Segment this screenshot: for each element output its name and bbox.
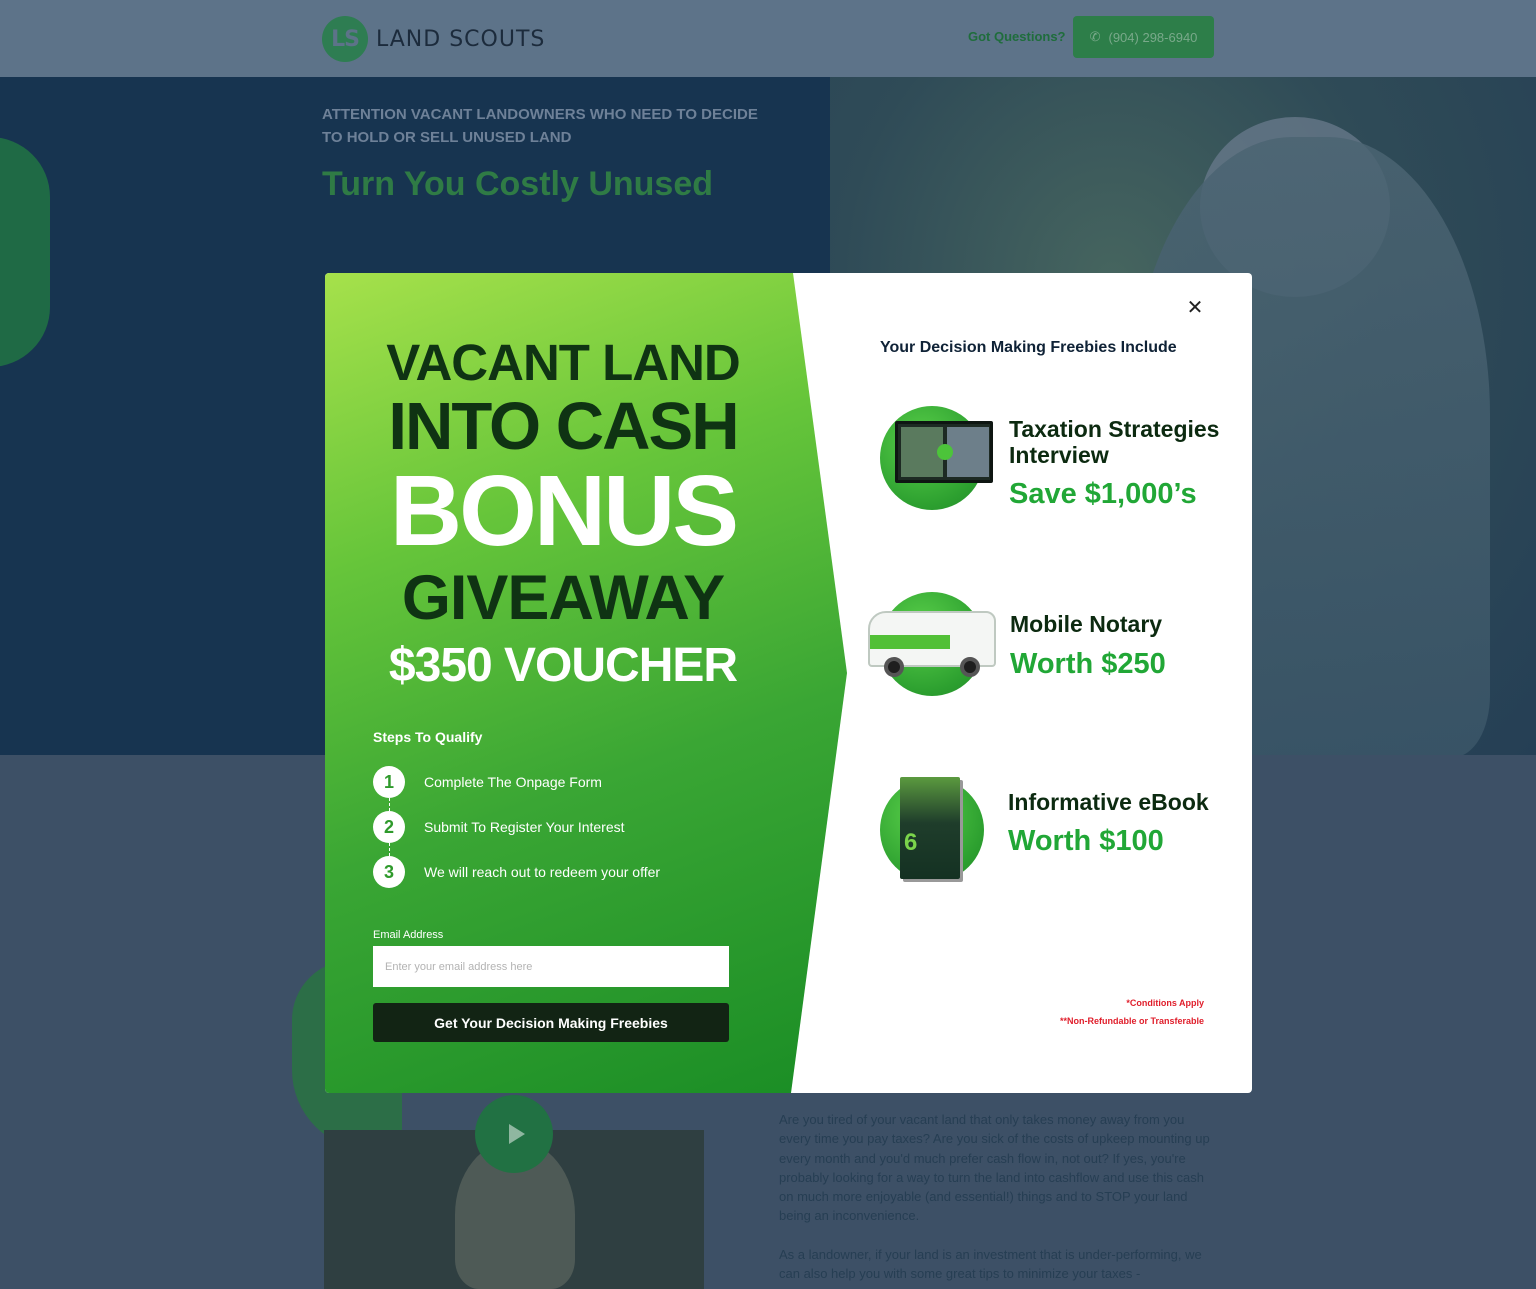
phone-number: (904) 298-6940 [1108,29,1198,45]
body-paragraph: As a landowner, if your land is an inves… [779,1247,1202,1282]
step-item: 3 We will reach out to redeem your offer [373,856,660,888]
step-text: We will reach out to redeem your offer [424,864,661,880]
email-input[interactable] [373,946,729,987]
phone-button[interactable]: ✆ (904) 298-6940 [1073,16,1214,58]
decorative-green-shape [0,137,50,367]
conditions-note: *Conditions Apply [1126,998,1204,1008]
hero-title: Turn You Costly Unused [322,165,714,203]
conditions-note: **Non-Refundable or Transferable [1059,1016,1204,1026]
video-interview-tv-icon [895,421,993,483]
body-paragraph: Are you tired of your vacant land that o… [779,1112,1210,1224]
ebook-icon: 6 [900,777,960,879]
bonus-giveaway-modal: VACANT LAND INTO CASH BONUS GIVEAWAY $35… [325,273,1252,1093]
freebie-value: Save $1,000’s [1009,478,1197,510]
hero-attention-text: ATTENTION VACANT LANDOWNERS WHO NEED TO … [322,106,758,146]
step-item: 2 Submit To Register Your Interest [373,811,625,843]
get-freebies-button[interactable]: Get Your Decision Making Freebies [373,1003,729,1042]
freebie-value: Worth $250 [1010,648,1166,680]
step-number: 1 [373,766,405,798]
notary-van-icon [868,611,996,677]
steps-title: Steps To Qualify [373,729,483,745]
email-label: Email Address [373,929,444,941]
freebie-name: Mobile Notary [1010,611,1163,637]
freebie-name: Taxation Strategies Interview [1009,416,1220,469]
logo-mark: LS [322,16,368,62]
freebie-value: Worth $100 [1008,825,1164,857]
got-questions-link[interactable]: Got Questions? [968,29,1066,44]
play-icon [508,1124,525,1144]
phone-icon: ✆ [1089,29,1101,44]
headline-line-3: BONUS [389,455,739,567]
close-icon[interactable]: ✕ [1184,295,1206,319]
play-icon [937,444,953,460]
freebies-title: Your Decision Making Freebies Include [880,339,1177,356]
video-play-button[interactable] [475,1095,553,1173]
headline-voucher: $350 VOUCHER [388,639,738,692]
step-number: 2 [373,811,405,843]
step-text: Complete The Onpage Form [424,774,602,790]
step-text: Submit To Register Your Interest [424,819,625,835]
ebook-cover-number: 6 [904,829,918,856]
step-connector [389,843,390,856]
logo-text: LAND SCOUTS [376,26,546,52]
site-logo[interactable]: LS LAND SCOUTS [322,16,545,62]
headline-line-2: INTO CASH [388,389,739,464]
tv-screen-right [947,427,989,477]
freebie-name: Informative eBook [1008,789,1209,815]
step-number: 3 [373,856,405,888]
site-header: LS LAND SCOUTS Got Questions? ✆ (904) 29… [0,0,1536,77]
step-item: 1 Complete The Onpage Form [373,766,602,798]
headline-line-4: GIVEAWAY [401,563,725,633]
van-stripe [870,635,950,649]
step-connector [389,798,390,811]
van-wheel [884,657,904,677]
headline-line-1: VACANT LAND [386,334,741,391]
van-wheel [960,657,980,677]
